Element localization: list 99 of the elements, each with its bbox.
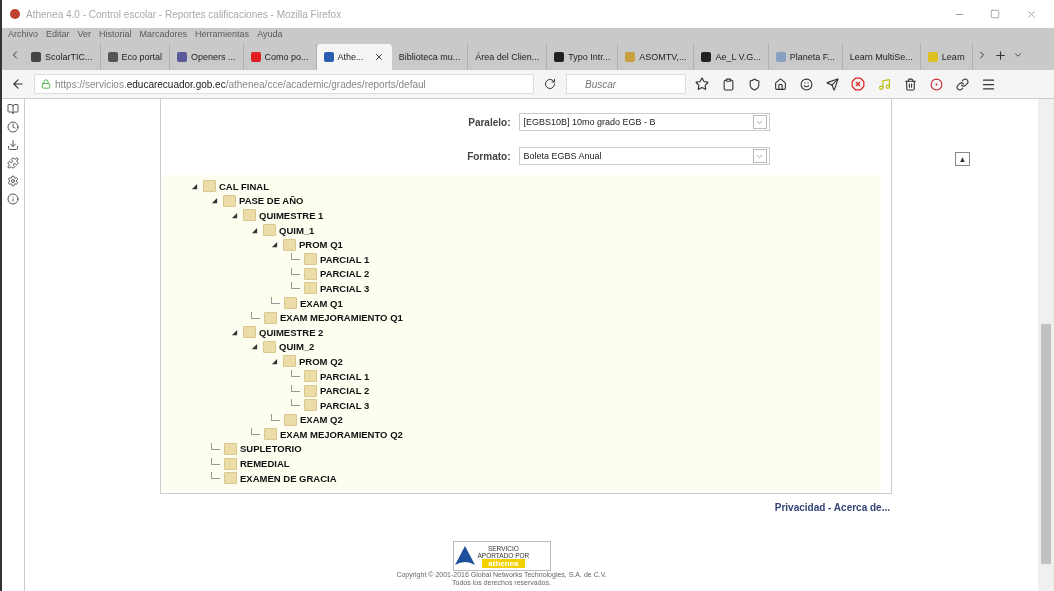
clipboard-icon[interactable]: [721, 77, 735, 91]
folder-icon: [283, 355, 296, 368]
menu-icon[interactable]: [980, 76, 996, 92]
expand-arrow-icon[interactable]: [271, 241, 278, 249]
tree-item[interactable]: PARCIAL 2: [320, 268, 370, 280]
folder-icon: [243, 326, 256, 339]
tree-item[interactable]: EXAM MEJORAMIENTO Q1: [280, 312, 403, 324]
logo-icon: [453, 545, 476, 568]
shield-icon[interactable]: [747, 77, 761, 91]
link-icon[interactable]: [955, 77, 969, 91]
folder-icon: [263, 340, 276, 353]
field-label: Formato:: [466, 150, 511, 162]
folder-icon: [304, 253, 317, 266]
tree-item[interactable]: EXAM MEJORAMIENTO Q2: [280, 428, 403, 440]
tree-item[interactable]: CAL FINAL: [219, 180, 269, 192]
folder-icon: [304, 267, 317, 280]
stop-icon[interactable]: [851, 77, 865, 91]
tree-item[interactable]: PROM Q1: [299, 239, 343, 251]
tree-item[interactable]: SUPLETORIO: [240, 443, 302, 455]
trash-icon[interactable]: [903, 77, 917, 91]
address-field[interactable]: https://servicios.educarecuador.gob.ec/athenea/cce/academic/grades/reports/defaul: [34, 74, 534, 94]
home-icon[interactable]: [773, 77, 787, 91]
lock-icon: [41, 79, 51, 89]
close-icon[interactable]: [1025, 8, 1037, 20]
tree-item[interactable]: PROM Q2: [299, 355, 343, 367]
clock-icon[interactable]: [7, 121, 19, 133]
tree-item[interactable]: EXAM Q1: [300, 297, 343, 309]
folder-icon: [264, 428, 277, 441]
tree-item[interactable]: QUIM_2: [279, 341, 315, 353]
tree-item[interactable]: PARCIAL 1: [320, 253, 370, 265]
dropdown-field[interactable]: Boleta EGBS Anual: [518, 147, 770, 165]
menu-item[interactable]: Herramientas: [195, 29, 250, 39]
tree-item[interactable]: EXAMEN DE GRACIA: [240, 472, 337, 484]
scrollbar-thumb[interactable]: [1041, 324, 1051, 564]
folder-icon: [224, 443, 237, 455]
tree-item[interactable]: PASE DE AÑO: [239, 195, 304, 207]
new-tab-icon[interactable]: [993, 48, 1007, 62]
folder-icon: [263, 224, 276, 237]
tree-connector-icon: [271, 297, 280, 305]
puzzle-icon[interactable]: [7, 157, 19, 169]
menu-item[interactable]: Ver: [77, 29, 92, 39]
download-icon[interactable]: [7, 139, 19, 151]
folder-icon: [283, 238, 296, 251]
expand-arrow-icon[interactable]: [231, 328, 238, 336]
brand-label: athenea: [482, 558, 525, 568]
info-icon[interactable]: [7, 193, 19, 205]
folder-icon: [264, 311, 277, 324]
close-tab-icon[interactable]: [373, 52, 384, 62]
folder-icon: [243, 209, 256, 222]
bookmark-star-icon[interactable]: [695, 77, 709, 91]
tree-item[interactable]: REMEDIAL: [240, 458, 290, 470]
tree-connector-icon: [271, 413, 280, 421]
url-text: https://servicios.educarecuador.gob.ec/athenea/cce/academic/grades/reports/defaul: [55, 78, 426, 90]
folder-icon: [224, 457, 237, 470]
search-field[interactable]: Buscar: [566, 74, 686, 94]
folder-icon: [223, 194, 236, 207]
menu-item[interactable]: Editar: [46, 29, 70, 39]
tree-item[interactable]: PARCIAL 2: [320, 385, 370, 397]
dropdown-icon[interactable]: [1012, 50, 1023, 60]
tree-connector-icon: [251, 311, 260, 319]
expand-arrow-icon[interactable]: [211, 197, 218, 205]
back-icon[interactable]: [11, 77, 25, 91]
menu-item[interactable]: Marcadores: [139, 29, 188, 39]
expand-arrow-icon[interactable]: [271, 357, 278, 365]
tree-connector-icon: [251, 428, 260, 436]
tree-item[interactable]: EXAM Q2: [300, 414, 343, 426]
footer-links[interactable]: Privacidad - Acerca de...: [774, 502, 890, 514]
expand-arrow-icon[interactable]: [231, 212, 238, 219]
tree-item[interactable]: QUIMESTRE 2: [259, 326, 324, 338]
tree-item[interactable]: PARCIAL 3: [320, 282, 370, 294]
bookmarks-icon[interactable]: [7, 103, 19, 115]
folder-icon: [224, 472, 237, 485]
folder-icon: [304, 399, 317, 412]
menu-item[interactable]: Archivo: [8, 29, 38, 39]
browser-logo-icon: [10, 9, 20, 19]
folder-icon: [304, 370, 317, 382]
dropdown-field[interactable]: [EGBS10B] 10mo grado EGB - B: [518, 113, 770, 131]
folder-icon: [284, 413, 297, 426]
send-icon[interactable]: [825, 77, 839, 91]
folder-icon: [284, 297, 297, 310]
browser-tab[interactable]: Athe...: [316, 44, 392, 70]
window-title: Athenea 4.0 - Control escolar - Reportes calificaciones - Mozilla Firefox: [26, 8, 343, 20]
menu-item[interactable]: Ayuda: [257, 29, 283, 39]
tree-item[interactable]: PARCIAL 1: [320, 370, 370, 382]
menu-item[interactable]: Historial: [99, 29, 132, 39]
smiley-icon[interactable]: [799, 77, 813, 91]
expand-arrow-icon[interactable]: [251, 343, 258, 351]
scroll-top-button[interactable]: ▲: [955, 152, 970, 166]
field-label: Paralelo:: [467, 116, 511, 128]
folder-icon: [304, 384, 317, 397]
folder-icon: [203, 180, 216, 193]
expand-arrow-icon[interactable]: [251, 226, 258, 234]
tree-item[interactable]: QUIM_1: [279, 224, 315, 236]
tree-item[interactable]: QUIMESTRE 1: [259, 210, 324, 221]
expand-arrow-icon[interactable]: [191, 182, 198, 190]
gear-icon[interactable]: [7, 175, 19, 187]
reload-icon[interactable]: [544, 78, 556, 90]
tree-item[interactable]: PARCIAL 3: [320, 399, 370, 411]
folder-icon: [304, 282, 317, 295]
